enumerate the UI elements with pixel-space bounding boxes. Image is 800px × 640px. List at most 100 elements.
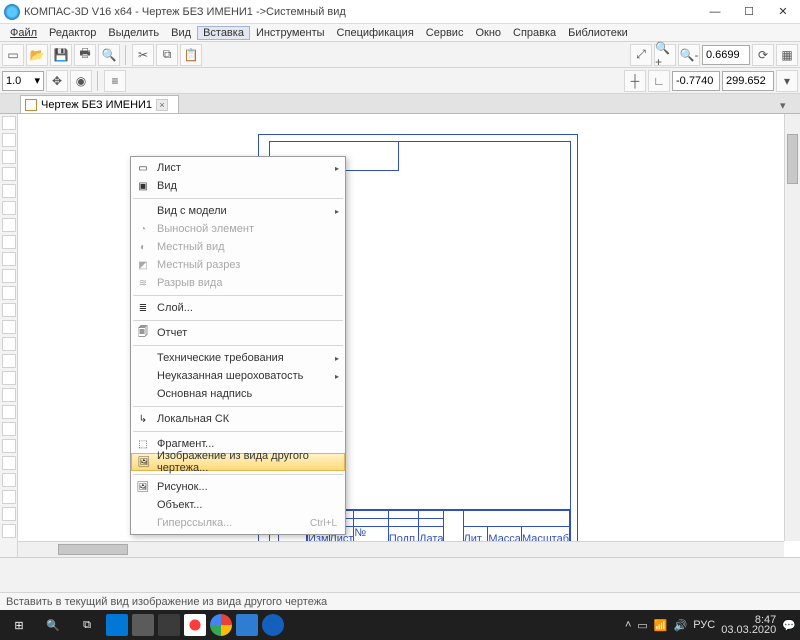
tool-more[interactable] [2,439,16,453]
tool-edit[interactable] [2,320,16,334]
menu-help[interactable]: Справка [507,26,562,40]
zoom-fit-button[interactable]: ⤢ [630,44,652,66]
menu-file[interactable]: Файл [4,26,43,40]
zoom-out-button[interactable]: 🔍- [678,44,700,66]
tool-extra3[interactable] [2,490,16,504]
menu-edit[interactable]: Редактор [43,26,102,40]
maximize-button[interactable]: ☐ [732,0,766,24]
mi-report[interactable]: 🗐Отчет [131,324,345,342]
tool-spec[interactable] [2,388,16,402]
taskbar-app1[interactable] [106,614,128,636]
report-icon: 🗐 [135,325,151,341]
tool-circle[interactable] [2,150,16,164]
tray-lang[interactable]: РУС [693,619,715,631]
mi-local-cs[interactable]: ↳Локальная СК [131,410,345,428]
tool-extra5[interactable] [2,524,16,538]
taskbar-app-chrome[interactable] [210,614,232,636]
orbit-button[interactable]: ◉ [70,70,92,92]
menu-service[interactable]: Сервис [420,26,470,40]
tool-hatch[interactable] [2,252,16,266]
print-button[interactable]: 🖶 [74,44,96,66]
taskbar-app-kompas[interactable] [262,614,284,636]
zoom-field[interactable]: 0.6699 [702,45,750,65]
tray-battery-icon[interactable]: ▭ [637,619,647,632]
layer-button[interactable]: ≡ [104,70,126,92]
tool-spline[interactable] [2,201,16,215]
menu-select[interactable]: Выделить [102,26,165,40]
status-bar: Вставить в текущий вид изображение из ви… [0,592,800,610]
mi-tech-req[interactable]: Технические требования▸ [131,349,345,367]
mi-object[interactable]: Объект... [131,496,345,514]
doc-close-icon[interactable]: × [156,99,168,111]
taskbar-app3[interactable] [158,614,180,636]
taskbar-app5[interactable] [236,614,258,636]
mi-image-other-drawing[interactable]: 🖼Изображение из вида другого чертежа... [131,453,345,471]
tool-extra4[interactable] [2,507,16,521]
zoom-in-button[interactable]: 🔍+ [654,44,676,66]
mi-model-view[interactable]: Вид с модели▸ [131,202,345,220]
tool-tbl[interactable] [2,303,16,317]
tool-arc[interactable] [2,167,16,181]
coord-y-field[interactable]: 299.652 [722,71,774,91]
menu-libs[interactable]: Библиотеки [562,26,634,40]
tool-insert[interactable] [2,422,16,436]
menu-insert[interactable]: Вставка [197,26,250,40]
snap-toggle[interactable]: ┼ [624,70,646,92]
tool-sym[interactable] [2,286,16,300]
minimize-button[interactable]: — [698,0,732,24]
tool-line[interactable] [2,133,16,147]
taskbar-app-yandex[interactable] [184,614,206,636]
ortho-toggle[interactable]: ∟ [648,70,670,92]
coord-more[interactable]: ▾ [776,70,798,92]
redraw-button[interactable]: ▦ [776,44,798,66]
tool-extra1[interactable] [2,456,16,470]
preview-button[interactable]: 🔍 [98,44,120,66]
tool-text[interactable] [2,235,16,249]
tray-sound-icon[interactable]: 🔊 [674,619,688,632]
mi-layer[interactable]: ≣Слой... [131,299,345,317]
mi-remote-element: ◔Выносной элемент [131,220,345,238]
tray-up-icon[interactable]: ˄ [625,619,631,631]
tray-notifications-icon[interactable]: 💬 [782,619,796,632]
tray-clock[interactable]: 8:47 03.03.2020 [721,615,776,635]
tray-wifi-icon[interactable]: 📶 [654,619,668,632]
menu-window[interactable]: Окно [469,26,507,40]
menu-tools[interactable]: Инструменты [250,26,331,40]
tool-ellipse[interactable] [2,184,16,198]
save-button[interactable]: 💾 [50,44,72,66]
tool-param[interactable] [2,354,16,368]
refresh-button[interactable]: ⟳ [752,44,774,66]
mi-main-inscription[interactable]: Основная надпись [131,385,345,403]
cut-button[interactable]: ✂ [132,44,154,66]
tool-extra2[interactable] [2,473,16,487]
close-button[interactable]: ✕ [766,0,800,24]
taskbar-app2[interactable] [132,614,154,636]
tool-meas[interactable] [2,337,16,351]
scrollbar-vertical[interactable] [784,114,800,541]
menu-spec[interactable]: Спецификация [331,26,420,40]
search-button[interactable]: 🔍 [38,612,68,638]
mi-sheet[interactable]: ▭Лист▸ [131,159,345,177]
mi-view[interactable]: ▣Вид [131,177,345,195]
tool-rect[interactable] [2,218,16,232]
copy-button[interactable]: ⧉ [156,44,178,66]
scrollbar-horizontal[interactable] [18,541,784,557]
tool-report[interactable] [2,405,16,419]
mi-picture[interactable]: 🖼Рисунок... [131,478,345,496]
mi-roughness[interactable]: Неуказанная шероховатость▸ [131,367,345,385]
menu-view[interactable]: Вид [165,26,197,40]
tab-dropdown-icon[interactable]: ▾ [780,99,794,113]
coord-x-field[interactable]: -0.7740 [672,71,720,91]
tool-point[interactable] [2,116,16,130]
pan-button[interactable]: ✥ [46,70,68,92]
open-button[interactable]: 📂 [26,44,48,66]
tool-assoc[interactable] [2,371,16,385]
doc-tab[interactable]: Чертеж БЕЗ ИМЕНИ1 × [20,95,179,113]
paste-button[interactable]: 📋 [180,44,202,66]
scale-field[interactable]: 1.0▾ [2,71,44,91]
toolbar-view: 1.0▾ ✥ ◉ ≡ ┼ ∟ -0.7740 299.652 ▾ [0,68,800,94]
start-button[interactable]: ⊞ [4,612,34,638]
taskview-button[interactable]: ⧉ [72,612,102,638]
tool-dim[interactable] [2,269,16,283]
new-button[interactable]: ▭ [2,44,24,66]
